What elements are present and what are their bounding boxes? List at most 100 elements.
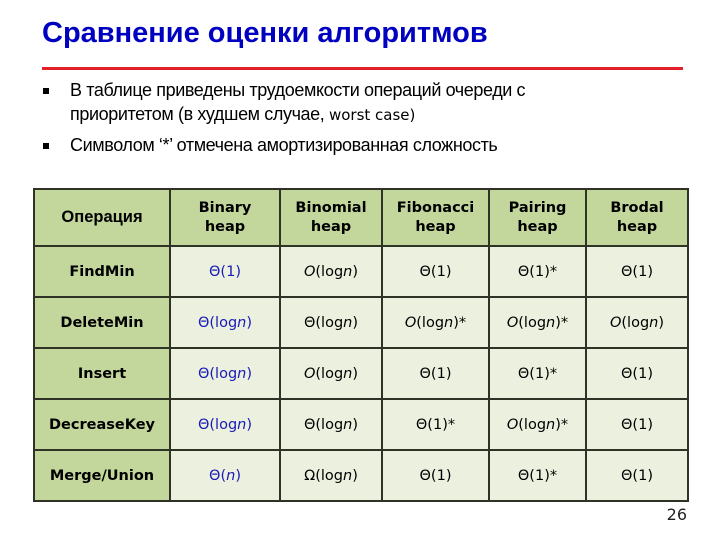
variable-n: n xyxy=(343,467,353,484)
complexity-cell: Θ(1)* xyxy=(488,347,587,400)
complexity-symbol: O xyxy=(506,416,519,433)
complexity-cell: O(logn)* xyxy=(488,398,587,451)
complexity-argument: log xyxy=(321,416,344,433)
complexity-symbol: O xyxy=(303,365,316,382)
row-header-operation: DeleteMin xyxy=(33,296,171,349)
complexity-symbol: Θ xyxy=(517,467,530,484)
table-row: FindMin Θ(1) O(logn) Θ(1) Θ(1)* Θ(1) xyxy=(33,245,689,298)
complexity-argument: 1 xyxy=(534,467,545,484)
variable-n: n xyxy=(237,416,247,433)
variable-n: n xyxy=(444,314,454,331)
header-line: heap xyxy=(616,218,658,235)
complexity-argument: log xyxy=(215,416,238,433)
complexity-symbol: Θ xyxy=(415,416,428,433)
complexity-argument: 1 xyxy=(638,365,648,382)
complexity-argument: log xyxy=(627,314,650,331)
complexity-symbol: O xyxy=(404,314,417,331)
complexity-symbol: Θ xyxy=(419,365,431,382)
complexity-cell: Θ(logn) xyxy=(279,398,383,451)
complexity-argument: log xyxy=(215,365,238,382)
bullet-text: В таблице приведены трудоемкости операци… xyxy=(70,80,526,124)
complexity-symbol: Θ xyxy=(621,365,633,382)
complexity-argument: log xyxy=(523,416,547,433)
complexity-symbol: Θ xyxy=(621,263,633,280)
complexity-argument: log xyxy=(321,263,344,280)
row-header-operation: Insert xyxy=(33,347,171,400)
complexity-cell: Θ(1) xyxy=(169,245,281,298)
amortized-marker: * xyxy=(549,263,558,280)
complexity-argument: 1 xyxy=(638,263,648,280)
row-header-operation: DecreaseKey xyxy=(33,398,171,451)
complexity-symbol: Θ xyxy=(517,263,530,280)
variable-n: n xyxy=(226,467,236,484)
complexity-symbol: Ω xyxy=(304,467,316,484)
complexity-cell: Θ(1) xyxy=(585,347,689,400)
bullet-square-icon xyxy=(43,143,49,149)
table-row: DecreaseKey Θ(logn) Θ(logn) Θ(1)* O(logn)* Θ(… xyxy=(33,398,689,451)
complexity-cell: Θ(1) xyxy=(585,398,689,451)
complexity-symbol: Θ xyxy=(197,416,210,433)
variable-n: n xyxy=(343,416,353,433)
complexity-argument: 1 xyxy=(534,263,545,280)
complexity-symbol: Θ xyxy=(209,263,221,280)
complexity-cell: Θ(1) xyxy=(381,347,490,400)
complexity-cell: O(logn)* xyxy=(488,296,587,349)
complexity-argument: 1 xyxy=(534,365,545,382)
complexity-argument: 1 xyxy=(432,416,443,433)
variable-n: n xyxy=(649,314,659,331)
complexity-argument: 1 xyxy=(436,365,446,382)
complexity-argument: log xyxy=(523,314,547,331)
complexity-cell: Θ(1)* xyxy=(488,449,587,502)
complexity-cell: Θ(1) xyxy=(381,245,490,298)
bullet-list: В таблице приведены трудоемкости операци… xyxy=(40,78,660,157)
complexity-cell: Θ(n) xyxy=(169,449,281,502)
complexity-cell: Θ(1) xyxy=(585,245,689,298)
complexity-symbol: O xyxy=(506,314,519,331)
table-row: Insert Θ(logn) O(logn) Θ(1) Θ(1)* Θ(1) xyxy=(33,347,689,400)
complexity-symbol: Θ xyxy=(303,314,316,331)
variable-n: n xyxy=(237,314,247,331)
column-header: Brodal heap xyxy=(585,188,689,247)
column-header: Pairing heap xyxy=(488,188,587,247)
variable-n: n xyxy=(343,263,353,280)
header-line: Binary xyxy=(198,199,252,216)
column-header: Fibonacci heap xyxy=(381,188,490,247)
row-header-operation: Merge/Union xyxy=(33,449,171,502)
amortized-marker: * xyxy=(549,365,558,382)
bullet-item: В таблице приведены трудоемкости операци… xyxy=(40,78,660,127)
table-row: Merge/Union Θ(n) Ω(logn) Θ(1) Θ(1)* Θ(1) xyxy=(33,449,689,502)
column-header: Binomial heap xyxy=(279,188,383,247)
variable-n: n xyxy=(343,365,353,382)
complexity-cell: O(logn) xyxy=(585,296,689,349)
amortized-marker: * xyxy=(560,314,569,331)
complexity-cell: O(logn)* xyxy=(381,296,490,349)
column-header-operation: Операция xyxy=(33,188,171,247)
complexity-cell: Θ(logn) xyxy=(169,398,281,451)
complexity-symbol: Θ xyxy=(197,314,210,331)
complexity-argument: 1 xyxy=(638,416,648,433)
variable-n: n xyxy=(546,314,556,331)
complexity-argument: log xyxy=(215,314,238,331)
complexity-cell: Θ(1)* xyxy=(381,398,490,451)
page-number: 26 xyxy=(666,505,687,524)
complexity-symbol: Θ xyxy=(419,263,431,280)
header-line: heap xyxy=(517,218,558,235)
table-body: FindMin Θ(1) O(logn) Θ(1) Θ(1)* Θ(1) DeleteMin… xyxy=(33,245,689,502)
complexity-argument: 1 xyxy=(436,467,446,484)
complexity-symbol: Θ xyxy=(303,416,316,433)
header-line: heap xyxy=(310,218,352,235)
complexity-cell: Θ(1)* xyxy=(488,245,587,298)
complexity-cell: O(logn) xyxy=(279,347,383,400)
header-line: Binomial xyxy=(295,199,367,216)
complexity-symbol: Θ xyxy=(621,416,633,433)
complexity-cell: Θ(1) xyxy=(381,449,490,502)
complexity-argument: 1 xyxy=(638,467,648,484)
row-header-operation: FindMin xyxy=(33,245,171,298)
complexity-symbol: O xyxy=(609,314,622,331)
slide-title: Сравнение оценки алгоритмов xyxy=(42,17,488,49)
complexity-cell: Θ(logn) xyxy=(169,347,281,400)
complexity-cell: Ω(logn) xyxy=(279,449,383,502)
variable-n: n xyxy=(546,416,556,433)
complexity-argument: log xyxy=(320,467,343,484)
bullet-text-tail: worst case) xyxy=(328,106,416,124)
